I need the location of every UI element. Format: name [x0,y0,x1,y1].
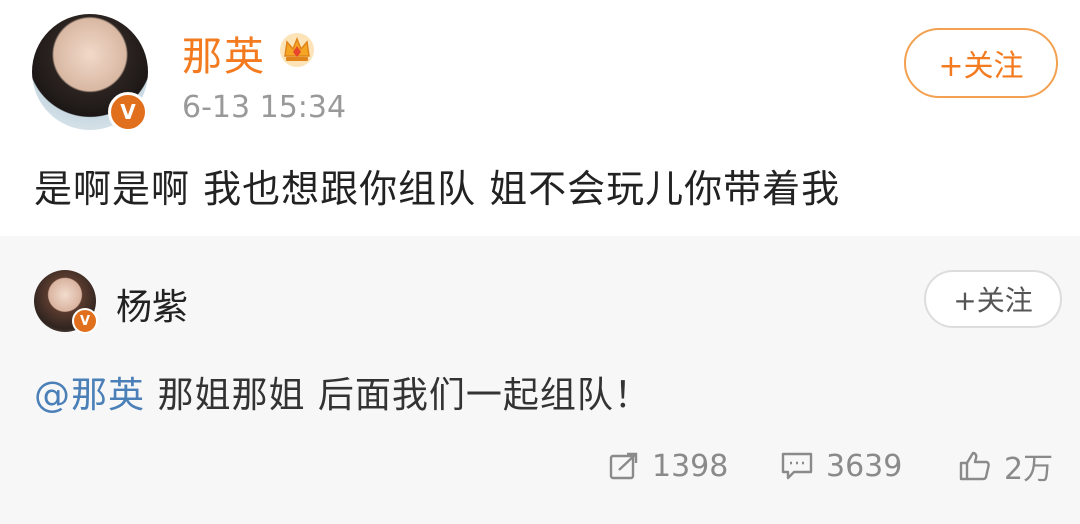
repost-button[interactable]: 1398 [608,446,728,486]
repost-icon [609,452,638,480]
follow-button[interactable]: +关注 [904,28,1058,98]
mention-link[interactable]: @那英 [34,375,145,416]
reply-text: 那姐那姐 后面我们一起组队！ [145,375,651,416]
like-count: 2万 [1004,452,1054,487]
reply-author-name[interactable]: 杨紫 [116,278,188,330]
reply-content: @那英 那姐那姐 后面我们一起组队！ [34,366,651,418]
like-button[interactable]: 2万 [958,446,1054,487]
thumbs-up-icon [959,451,990,481]
author-name[interactable]: 那英 [182,24,266,82]
post-content: 是啊是啊 我也想跟你组队 姐不会玩儿你带着我 [34,167,841,211]
comment-count: 3639 [826,448,903,484]
comment-icon [781,452,813,480]
verified-badge-icon: V [108,92,148,132]
post-timestamp: 6-13 15:34 [182,90,347,125]
crown-icon [280,33,314,67]
reply-verified-badge-icon: V [72,308,98,334]
action-bar: 1398 3639 2万 [0,446,1080,487]
repost-count: 1398 [652,448,729,484]
reply-follow-button[interactable]: +关注 [924,270,1062,328]
comment-button[interactable]: 3639 [780,446,902,486]
